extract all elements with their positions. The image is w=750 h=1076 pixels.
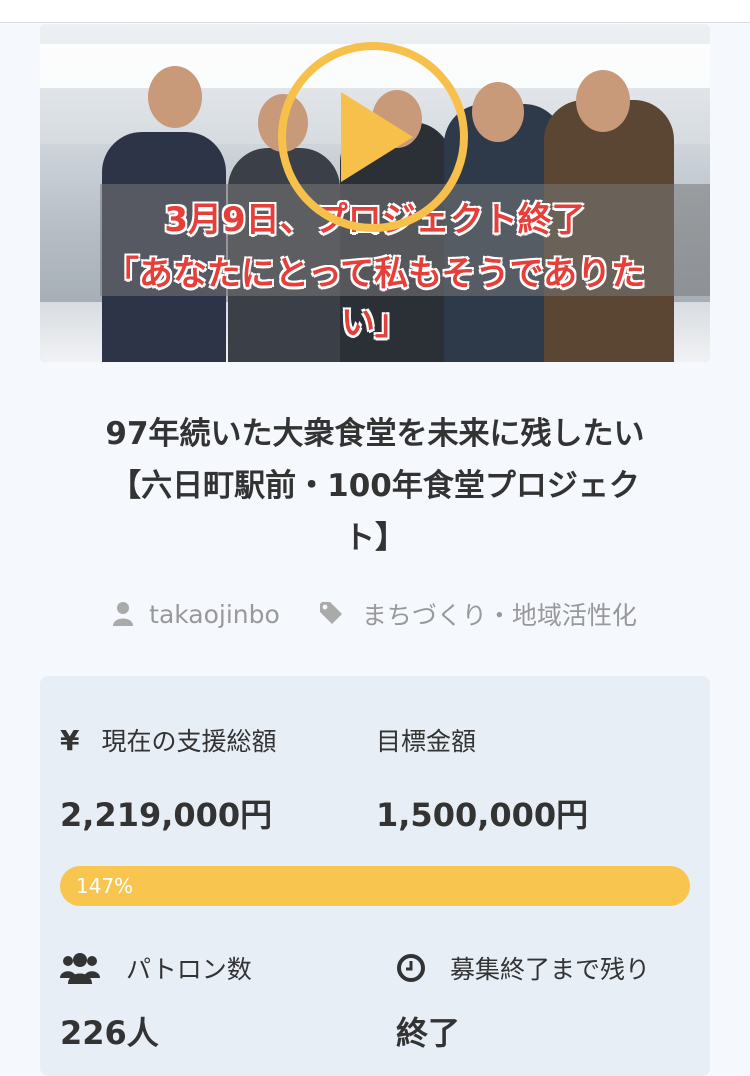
goal-amount-value: 1,500,000円 [376, 796, 589, 834]
current-amount-value: 2,219,000円 [60, 796, 273, 834]
person-head [576, 70, 630, 132]
remaining-label-text: 募集終了まで残り [450, 955, 651, 984]
remaining-label: 募集終了まで残り [396, 950, 650, 986]
top-bar [0, 0, 750, 23]
owner-name: takaojinbo [149, 599, 280, 629]
user-icon [113, 602, 134, 626]
current-amount-label: ¥ 現在の支援総額 [60, 722, 277, 758]
project-title-line3: ト】 [344, 520, 406, 556]
project-title-line1: 97年続いた大衆食堂を未来に残したい [105, 416, 645, 452]
current-amount-label-text: 現在の支援総額 [101, 727, 277, 756]
project-title-line2: 【六日町駅前・100年食堂プロジェク [110, 468, 640, 504]
tag-icon [319, 602, 346, 626]
person-head [148, 66, 202, 128]
patrons-label: パトロン数 [60, 950, 252, 986]
owner-link[interactable]: takaojinbo [113, 600, 280, 629]
video-caption-line2: 「あなたにとって私もそうでありたい」 [104, 254, 646, 343]
person-head [472, 82, 524, 142]
play-button[interactable] [278, 42, 468, 232]
users-icon [60, 952, 100, 984]
patrons-value: 226人 [60, 1014, 159, 1052]
project-video[interactable]: 3月9日、プロジェクト終了 「あなたにとって私もそうでありたい」 [40, 24, 710, 362]
yen-icon: ¥ [60, 723, 80, 757]
category-name: まちづくり・地域活性化 [361, 601, 637, 630]
play-icon [341, 92, 413, 182]
goal-amount-label: 目標金額 [376, 727, 477, 756]
patrons-label-text: パトロン数 [126, 955, 252, 984]
remaining-value: 終了 [396, 1014, 461, 1052]
progress-percent: 147% [76, 874, 134, 898]
project-meta: takaojinbo まちづくり・地域活性化 [40, 592, 710, 636]
project-title: 97年続いた大衆食堂を未来に残したい 【六日町駅前・100年食堂プロジェク ト】 [40, 408, 710, 564]
category-link[interactable]: まちづくり・地域活性化 [319, 596, 637, 632]
clock-icon [396, 953, 426, 983]
funding-progress-bar: 147% [60, 866, 690, 906]
